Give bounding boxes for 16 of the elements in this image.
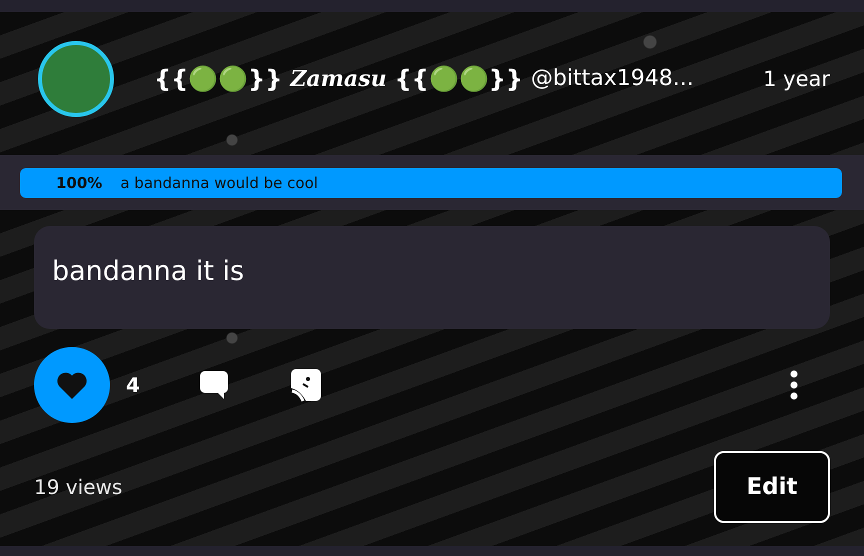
more-options-button[interactable] bbox=[790, 370, 798, 400]
user-handle: @bittax1948... bbox=[530, 66, 694, 91]
username: Zamasu bbox=[290, 66, 387, 92]
edit-button[interactable]: Edit bbox=[714, 451, 830, 523]
post-text: bandanna it is bbox=[34, 226, 830, 329]
post-time: 1 year bbox=[763, 66, 830, 90]
heart-icon bbox=[56, 371, 88, 399]
view-count: 19 views bbox=[34, 475, 122, 499]
more-icon bbox=[790, 370, 798, 400]
poll-option: a bandanna would be cool bbox=[120, 174, 318, 192]
like-count: 4 bbox=[126, 373, 140, 397]
comment-button[interactable] bbox=[198, 369, 230, 401]
username-prefix: {{🟢🟢}} bbox=[154, 64, 282, 92]
poll-percent: 100% bbox=[56, 174, 102, 192]
username-suffix: {{🟢🟢}} bbox=[394, 64, 523, 92]
speech-bubble-icon bbox=[198, 369, 230, 401]
